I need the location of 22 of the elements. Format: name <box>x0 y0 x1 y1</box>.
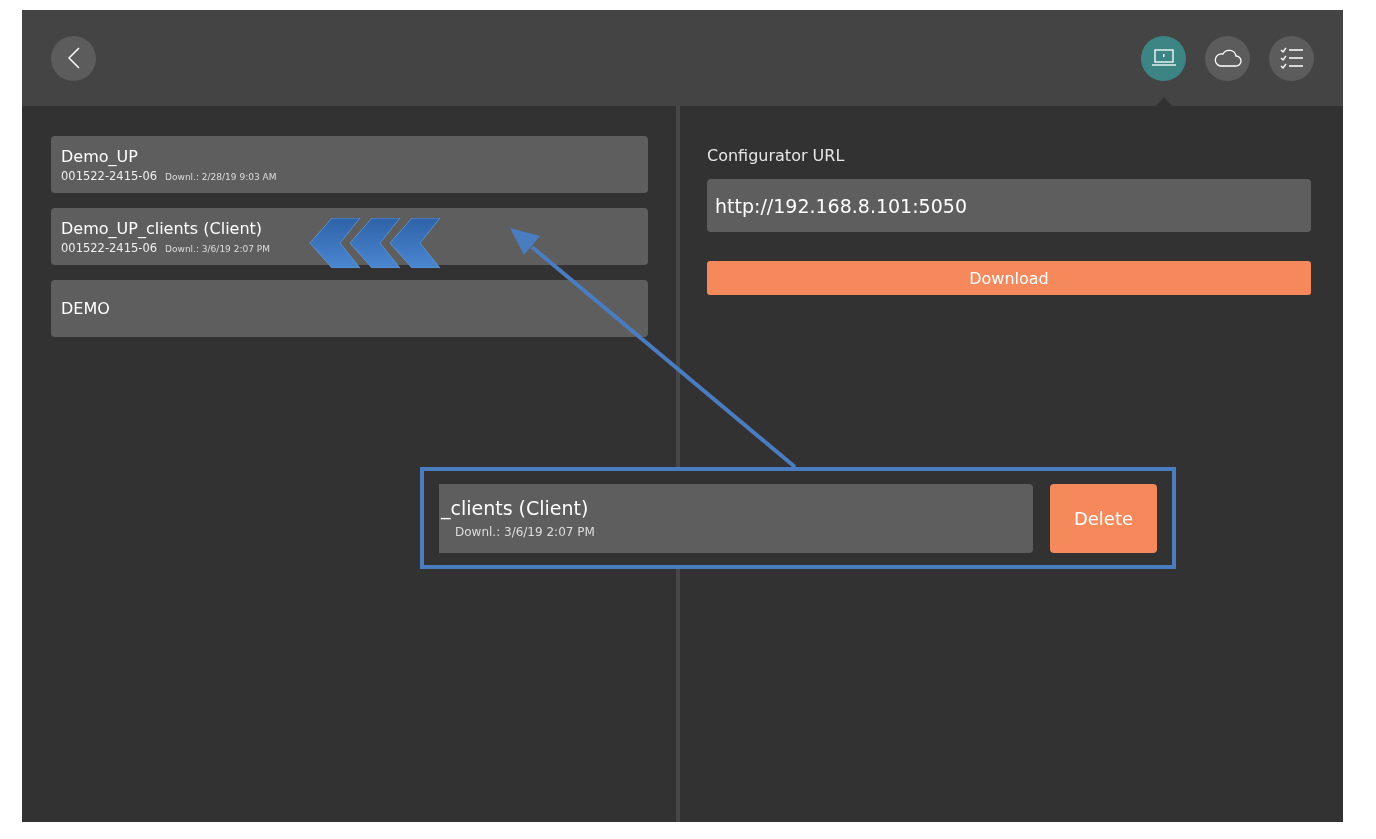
configuration-name: _clients (Client) <box>441 497 590 519</box>
configuration-item[interactable]: Demo_UP 001522-2415-06 Downl.: 2/28/19 9:03 AM <box>51 136 648 193</box>
field-label: Configurator URL <box>707 146 846 165</box>
configuration-name: Demo_UP <box>61 146 139 166</box>
serial-number: 001522-2415-06 <box>61 168 158 183</box>
mode-tab[interactable] <box>1269 35 1314 81</box>
configuration-name: DEMO <box>61 299 111 318</box>
configuration-item[interactable]: DEMO <box>51 280 648 337</box>
laptop-icon <box>1150 48 1177 68</box>
chevron-left-icon <box>67 47 80 69</box>
mode-tab[interactable] <box>1141 35 1186 81</box>
serial-number: 001522-2415-06 <box>61 240 158 255</box>
swiped-configuration-item[interactable]: _clients (Client) Downl.: 3/6/19 2:07 PM <box>439 483 1033 553</box>
url-field[interactable]: http://192.168.8.101:5050 <box>707 179 1311 232</box>
download-date: Downl.: 3/6/19 2:07 PM <box>454 525 596 539</box>
back-button[interactable] <box>51 35 96 81</box>
cloud-icon <box>1212 48 1243 68</box>
download-date: Downl.: 3/6/19 2:07 PM <box>165 243 270 254</box>
configuration-name: Demo_UP_clients (Client) <box>61 218 264 238</box>
mode-tab[interactable] <box>1205 35 1250 81</box>
checklist-icon <box>1278 46 1305 70</box>
download-date: Downl.: 2/28/19 9:03 AM <box>165 171 277 182</box>
